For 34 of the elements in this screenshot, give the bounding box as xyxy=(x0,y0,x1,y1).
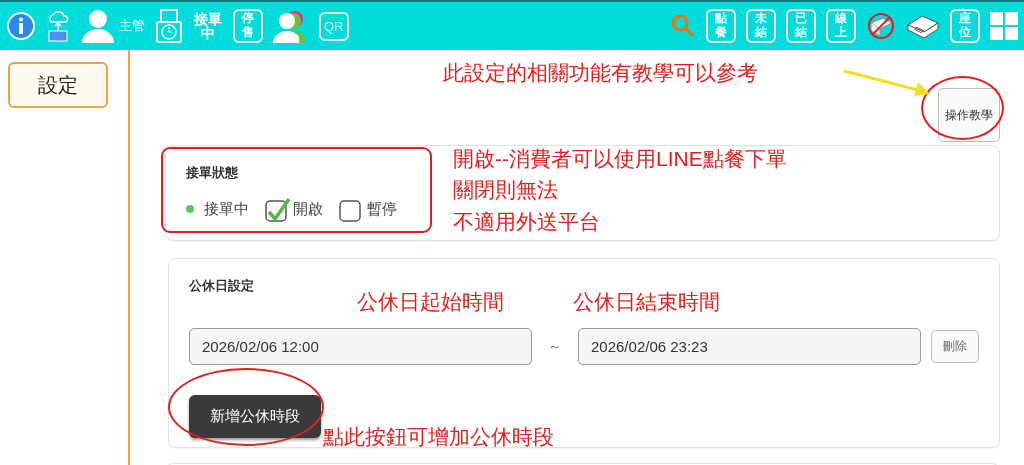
sidebar-tab[interactable]: 設定 xyxy=(8,62,108,108)
toolbar-button[interactable]: 座位 xyxy=(950,9,980,43)
range-separator: ～ xyxy=(548,337,562,356)
annotation-note: 此設定的相關功能有教學可以參考 xyxy=(443,60,758,86)
search-icon[interactable] xyxy=(670,13,696,39)
toolbar-button[interactable]: 未結 xyxy=(746,9,776,43)
cash-drawer-icon[interactable] xyxy=(906,13,940,39)
supervisor-label[interactable]: 主管 xyxy=(119,17,145,35)
annotation-note: 點此按鈕可增加公休時段 xyxy=(323,424,554,450)
card-title: 公休日設定 xyxy=(189,277,254,295)
no-printer-icon[interactable] xyxy=(866,11,896,41)
annotation-note: 公休日起始時間 xyxy=(357,289,504,315)
checkbox[interactable] xyxy=(265,196,291,222)
toolbar-button[interactable]: 已結 xyxy=(786,9,816,43)
start-time-field[interactable]: 2026/02/06 12:00 xyxy=(189,328,532,365)
annotation-note: 開啟--消費者可以使用LINE點餐下單 xyxy=(453,146,787,172)
annotation-note: 不適用外送平台 xyxy=(453,209,600,235)
cloud-upload-icon[interactable] xyxy=(46,9,70,43)
add-period-button[interactable]: 新增公休時段 xyxy=(189,395,321,438)
end-time-field[interactable]: 2026/02/06 23:23 xyxy=(578,328,921,365)
info-icon[interactable] xyxy=(6,11,36,41)
card-title: 接單狀態 xyxy=(186,164,238,182)
toolbar-button[interactable]: 點餐 xyxy=(706,9,736,43)
qr-button[interactable]: QR xyxy=(319,11,349,41)
annotation-note: 關閉則無法 xyxy=(453,177,558,203)
tutorial-button[interactable]: 操作教學 xyxy=(938,88,1000,142)
annotation-note: 公休日結束時間 xyxy=(573,289,720,315)
delete-button[interactable]: 刪除 xyxy=(931,330,979,363)
checkbox-label: 暫停 xyxy=(367,199,397,219)
toolbar-button[interactable]: 線上 xyxy=(826,9,856,43)
toolbar-button[interactable]: 停售 xyxy=(233,9,263,43)
status-label: 接單中 xyxy=(204,199,249,219)
order-status-button[interactable]: 接單中 xyxy=(193,12,223,40)
checkbox-label: 開啟 xyxy=(293,199,323,219)
